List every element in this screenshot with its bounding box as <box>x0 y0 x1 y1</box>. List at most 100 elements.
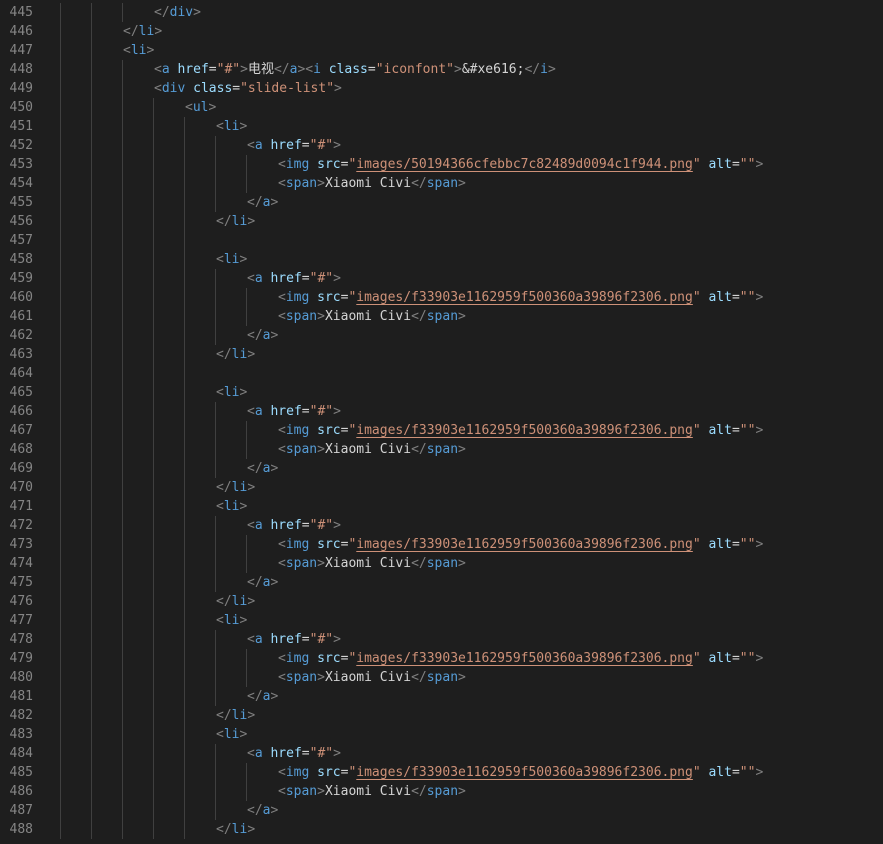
code-token-link[interactable]: images/f33903e1162959f500360a39896f2306.… <box>356 651 693 666</box>
code-line[interactable]: 474 <span>Xiaomi Civi</span> <box>0 554 883 573</box>
code-line[interactable]: 469 </a> <box>0 459 883 478</box>
code-line[interactable]: 463 </li> <box>0 345 883 364</box>
code-line[interactable]: 452 <a href="#"> <box>0 136 883 155</box>
code-line[interactable]: 457 <box>0 231 883 250</box>
code-line[interactable]: 446 </li> <box>0 22 883 41</box>
code-line[interactable]: 456 </li> <box>0 212 883 231</box>
code-editor[interactable]: 445 </div> 446 </li> 447 <li> 448 <a href="#">电… <box>0 0 883 844</box>
code-token-attr: src <box>317 290 341 305</box>
indent-guide <box>122 117 123 136</box>
code-line[interactable]: 458 <li> <box>0 250 883 269</box>
indent-guide <box>91 801 92 820</box>
indent-guide <box>215 326 216 345</box>
indent-guide <box>153 611 154 630</box>
code-token-attr: src <box>317 651 341 666</box>
code-line[interactable]: 468 <span>Xiaomi Civi</span> <box>0 440 883 459</box>
code-line[interactable]: 454 <span>Xiaomi Civi</span> <box>0 174 883 193</box>
line-number: 466 <box>9 404 33 419</box>
code-line[interactable]: 486 <span>Xiaomi Civi</span> <box>0 782 883 801</box>
indent-guide <box>246 155 247 174</box>
code-line[interactable]: 449 <div class="slide-list"> <box>0 79 883 98</box>
code-line[interactable]: 461 <span>Xiaomi Civi</span> <box>0 307 883 326</box>
code-line[interactable]: 447 <li> <box>0 41 883 60</box>
line-number: 481 <box>9 689 33 704</box>
code-token-punc: > <box>208 100 217 115</box>
code-token-punc: > <box>333 138 341 153</box>
code-content: </a> <box>247 573 278 592</box>
code-token-tag: i <box>540 62 548 77</box>
code-content: </li> <box>216 478 255 497</box>
code-token-tag: a <box>254 518 263 533</box>
code-line[interactable]: 483 <li> <box>0 725 883 744</box>
indent-guide <box>215 668 216 687</box>
indent-guide <box>91 117 92 136</box>
code-line[interactable]: 488 </li> <box>0 820 883 839</box>
code-token-tag: span <box>426 176 459 191</box>
code-line[interactable]: 472 <a href="#"> <box>0 516 883 535</box>
code-line[interactable]: 462 </a> <box>0 326 883 345</box>
code-line[interactable]: 455 </a> <box>0 193 883 212</box>
code-line[interactable]: 481 </a> <box>0 687 883 706</box>
indent-guide <box>122 364 123 383</box>
indent-guide <box>122 402 123 421</box>
code-line[interactable]: 479 <img src = "images/f33903e1162959f50036… <box>0 649 883 668</box>
code-line[interactable]: 445 </div> <box>0 3 883 22</box>
code-line[interactable]: 451 <li> <box>0 117 883 136</box>
indent-guide <box>184 231 185 250</box>
code-content: <span>Xiaomi Civi</span> <box>278 307 466 326</box>
line-number: 482 <box>9 708 33 723</box>
code-token-punc: > <box>454 62 462 77</box>
indent-guide <box>153 421 154 440</box>
code-line[interactable]: 464 <box>0 364 883 383</box>
code-token-attr: alt <box>708 765 732 780</box>
indent-guide <box>91 611 92 630</box>
code-token-punc: > <box>333 746 341 761</box>
code-line[interactable]: 473 <img src = "images/f33903e1162959f50036… <box>0 535 883 554</box>
code-line[interactable]: 480 <span>Xiaomi Civi</span> <box>0 668 883 687</box>
code-line[interactable]: 487 </a> <box>0 801 883 820</box>
indent-guide <box>184 497 185 516</box>
indent-guide <box>215 402 216 421</box>
code-line[interactable]: 484 <a href="#"> <box>0 744 883 763</box>
code-line[interactable]: 476 </li> <box>0 592 883 611</box>
code-line[interactable]: 448 <a href="#">电视</a><i class="iconfont"… <box>0 60 883 79</box>
code-token-punc: > <box>755 423 764 438</box>
indent-guide <box>184 402 185 421</box>
code-token-link[interactable]: images/50194366cfebbc7c82489d0094c1f944.… <box>356 157 693 172</box>
code-token-link[interactable]: images/f33903e1162959f500360a39896f2306.… <box>356 290 693 305</box>
code-line[interactable]: 465 <li> <box>0 383 883 402</box>
code-line[interactable]: 467 <img src = "images/f33903e1162959f50036… <box>0 421 883 440</box>
code-line[interactable]: 482 </li> <box>0 706 883 725</box>
code-token-text: Xiaomi Civi <box>324 309 412 324</box>
indent-guide <box>60 459 61 478</box>
code-line[interactable]: 475 </a> <box>0 573 883 592</box>
code-token-punc: > <box>247 822 256 837</box>
code-line[interactable]: 485 <img src = "images/f33903e1162959f50036… <box>0 763 883 782</box>
indent-guide <box>60 649 61 668</box>
code-line[interactable]: 477 <li> <box>0 611 883 630</box>
code-line[interactable]: 466 <a href="#"> <box>0 402 883 421</box>
indent-guide <box>153 535 154 554</box>
code-line[interactable]: 453 <img src = "images/50194366cfebbc7c8248… <box>0 155 883 174</box>
code-line[interactable]: 478 <a href="#"> <box>0 630 883 649</box>
code-line[interactable]: 459 <a href="#"> <box>0 269 883 288</box>
code-line[interactable]: 450 <ul> <box>0 98 883 117</box>
code-line[interactable]: 460 <img src = "images/f33903e1162959f50036… <box>0 288 883 307</box>
code-line[interactable]: 470 </li> <box>0 478 883 497</box>
code-token-link[interactable]: images/f33903e1162959f500360a39896f2306.… <box>356 765 693 780</box>
indent-guide <box>122 60 123 79</box>
code-token-link[interactable]: images/f33903e1162959f500360a39896f2306.… <box>356 537 693 552</box>
code-token-punc: < <box>247 271 255 286</box>
indent-guide <box>153 801 154 820</box>
line-number: 462 <box>9 328 33 343</box>
code-lines[interactable]: 445 </div> 446 </li> 447 <li> 448 <a href="#">电… <box>0 3 883 839</box>
code-line[interactable]: 471 <li> <box>0 497 883 516</box>
code-token-str: "" <box>739 651 756 666</box>
code-token-text: 电视 <box>247 62 274 77</box>
code-token-text: = <box>301 746 310 761</box>
code-token-attr: href <box>177 62 209 77</box>
code-token-link[interactable]: images/f33903e1162959f500360a39896f2306.… <box>356 423 693 438</box>
indent-guide <box>122 174 123 193</box>
